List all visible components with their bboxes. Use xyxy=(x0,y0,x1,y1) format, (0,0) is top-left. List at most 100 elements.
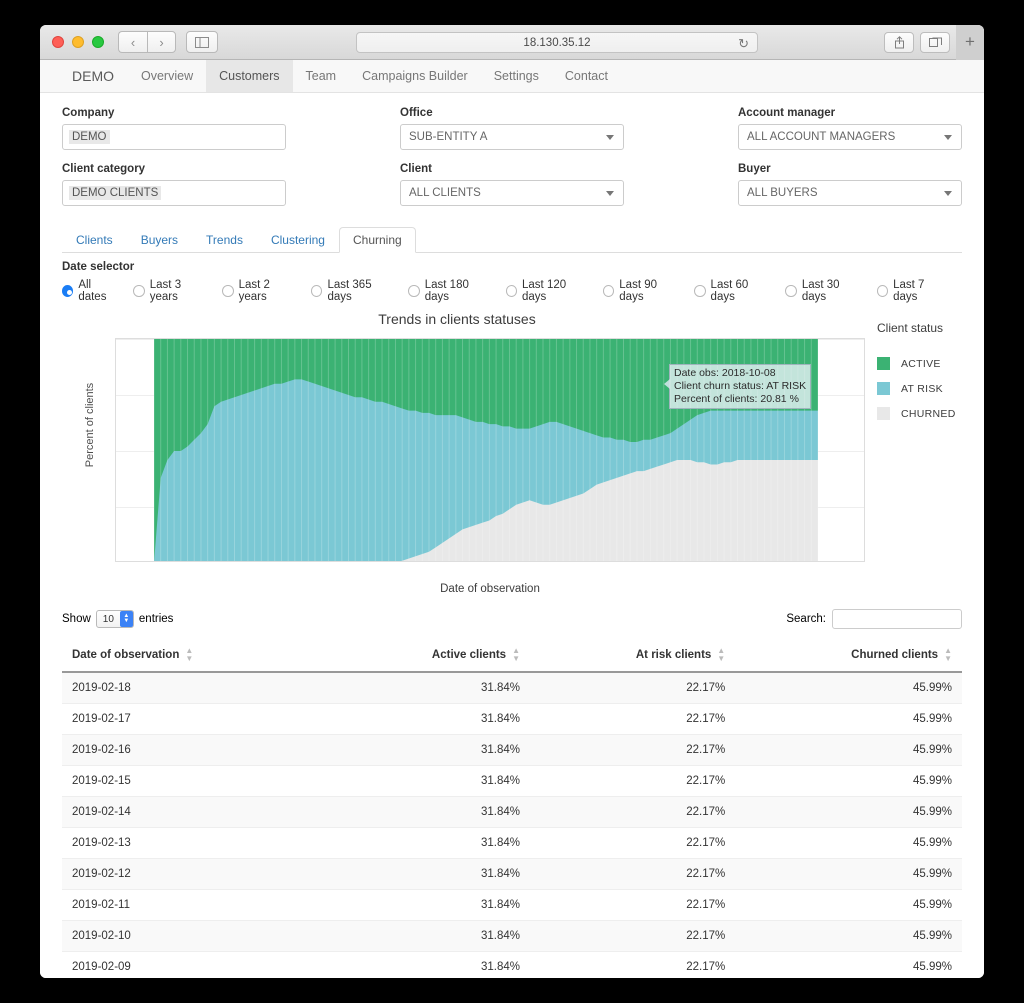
show-tabs-button[interactable] xyxy=(920,31,950,53)
sort-icon: ▲ ▼ xyxy=(944,646,952,663)
date-option-label: Last 365 days xyxy=(327,279,372,303)
filter-form: Company Office Account manager DEMO SUB-… xyxy=(62,93,962,219)
tab-churning[interactable]: Churning xyxy=(338,227,416,253)
plus-icon: + xyxy=(965,32,975,51)
table-cell: 2019-02-14 xyxy=(62,796,328,828)
toolbar-right-buttons: + xyxy=(884,25,984,60)
sort-icon: ▲ ▼ xyxy=(185,646,194,663)
close-window-icon[interactable] xyxy=(52,36,64,48)
date-option-5[interactable]: Last 120 days xyxy=(505,279,589,303)
browser-window: ‹ › ••• 18.130.35.12 ↻ xyxy=(40,25,984,978)
radio-icon[interactable] xyxy=(311,285,323,297)
legend-swatch xyxy=(877,382,890,395)
minimize-window-icon[interactable] xyxy=(72,36,84,48)
reload-icon[interactable]: ↻ xyxy=(738,36,749,52)
app-brand[interactable]: DEMO xyxy=(58,60,128,92)
legend-label: ACTIVE xyxy=(901,357,941,370)
nav-item-campaigns-builder[interactable]: Campaigns Builder xyxy=(349,60,481,92)
table-cell: 22.17% xyxy=(530,796,736,828)
table-row: 2019-02-10 31.84% 22.17% 45.99% xyxy=(62,920,962,952)
table-cell: 2019-02-15 xyxy=(62,765,328,797)
radio-icon[interactable] xyxy=(62,285,74,297)
account-manager-label: Account manager xyxy=(738,107,836,119)
new-tab-button[interactable]: + xyxy=(956,25,984,60)
tab-trends[interactable]: Trends xyxy=(192,227,257,253)
tabs-icon xyxy=(928,37,942,47)
legend-item-2: CHURNED xyxy=(877,407,984,420)
table-row: 2019-02-12 31.84% 22.17% 45.99% xyxy=(62,858,962,890)
nav-item-overview[interactable]: Overview xyxy=(128,60,206,92)
tab-buyers[interactable]: Buyers xyxy=(127,227,192,253)
nav-item-team[interactable]: Team xyxy=(293,60,350,92)
table-cell: 22.17% xyxy=(530,951,736,978)
sort-icon: ▲ ▼ xyxy=(512,646,520,663)
sidebar-icon xyxy=(195,36,209,48)
date-selector-radios: All dates Last 3 years Last 2 years Last 36… xyxy=(62,279,962,303)
account-manager-select[interactable]: ALL ACCOUNT MANAGERS xyxy=(738,124,962,150)
radio-icon[interactable] xyxy=(408,285,420,297)
tab-clients[interactable]: Clients xyxy=(62,227,127,253)
table-cell: 31.84% xyxy=(327,765,530,797)
chevron-down-icon xyxy=(606,135,614,140)
client-category-input[interactable]: DEMO CLIENTS xyxy=(62,180,286,206)
radio-icon[interactable] xyxy=(505,285,518,297)
table-cell: 22.17% xyxy=(530,734,736,766)
table-row: 2019-02-14 31.84% 22.17% 45.99% xyxy=(62,796,962,828)
company-value: DEMO xyxy=(69,130,110,144)
navigation-buttons: ‹ › xyxy=(118,31,176,53)
window-controls[interactable] xyxy=(48,36,104,48)
url-text: 18.130.35.12 xyxy=(523,36,591,49)
nav-item-settings[interactable]: Settings xyxy=(481,60,552,92)
page-size-select[interactable]: 10 ▲ ▼ xyxy=(95,610,134,628)
churn-table: Date of observation ▲ ▼ Active clients ▲ ▼ A… xyxy=(62,639,962,978)
date-option-1[interactable]: Last 3 years xyxy=(133,279,208,303)
radio-icon[interactable] xyxy=(133,285,145,297)
date-option-9[interactable]: Last 7 days xyxy=(876,279,948,303)
date-option-3[interactable]: Last 365 days xyxy=(311,279,394,303)
chart-y-axis-label: Percent of clients xyxy=(84,382,97,468)
column-header-at-risk-clients[interactable]: At risk clients ▲ ▼ xyxy=(530,639,736,673)
table-body: 2019-02-18 31.84% 22.17% 45.99% 2019-02-17 31… xyxy=(62,672,962,978)
radio-icon[interactable] xyxy=(222,285,234,297)
forward-button[interactable]: › xyxy=(147,31,176,53)
company-input[interactable]: DEMO xyxy=(62,124,286,150)
office-select[interactable]: SUB-ENTITY A xyxy=(400,124,624,150)
table-row: 2019-02-17 31.84% 22.17% 45.99% xyxy=(62,703,962,735)
sidebar-toggle-button[interactable] xyxy=(186,31,218,53)
tab-clustering[interactable]: Clustering xyxy=(257,227,339,253)
table-cell: 31.84% xyxy=(327,796,530,828)
column-header-churned-clients[interactable]: Churned clients ▲ ▼ xyxy=(735,639,962,673)
app-navbar: DEMO Overview Customers Team Campaigns B… xyxy=(40,60,984,93)
legend-label: CHURNED xyxy=(901,407,956,420)
share-icon xyxy=(894,35,904,48)
date-option-7[interactable]: Last 60 days xyxy=(694,279,771,303)
buyer-select[interactable]: ALL BUYERS xyxy=(738,180,962,206)
tooltip-status: Client churn status: AT RISK xyxy=(674,380,807,392)
table-cell: 45.99% xyxy=(735,734,962,766)
column-header-active-clients[interactable]: Active clients ▲ ▼ xyxy=(327,639,530,673)
nav-item-customers[interactable]: Customers xyxy=(206,60,293,92)
date-option-4[interactable]: Last 180 days xyxy=(408,279,491,303)
legend-item-1: AT RISK xyxy=(877,382,984,395)
nav-item-contact[interactable]: Contact xyxy=(552,60,621,92)
back-button[interactable]: ‹ xyxy=(118,31,147,53)
radio-icon[interactable] xyxy=(876,285,889,297)
legend-swatch xyxy=(877,357,890,370)
date-option-6[interactable]: Last 90 days xyxy=(602,279,680,303)
date-option-2[interactable]: Last 2 years xyxy=(222,279,297,303)
date-option-8[interactable]: Last 30 days xyxy=(785,279,862,303)
client-select[interactable]: ALL CLIENTS xyxy=(400,180,624,206)
radio-icon[interactable] xyxy=(694,285,706,297)
table-row: 2019-02-15 31.84% 22.17% 45.99% xyxy=(62,765,962,797)
radio-icon[interactable] xyxy=(602,285,615,297)
date-option-0[interactable]: All dates xyxy=(62,279,119,303)
stepper-icon[interactable]: ▲ ▼ xyxy=(119,611,133,627)
radio-icon[interactable] xyxy=(785,285,797,297)
address-bar[interactable]: 18.130.35.12 ↻ xyxy=(356,32,758,53)
share-button[interactable] xyxy=(884,31,914,53)
column-header-date[interactable]: Date of observation ▲ ▼ xyxy=(62,639,328,673)
search-input[interactable] xyxy=(832,609,962,629)
chart-legend: Client status ACTIVE AT RISK CHURNED xyxy=(877,321,984,432)
maximize-window-icon[interactable] xyxy=(92,36,104,48)
table-cell: 31.84% xyxy=(327,951,530,978)
